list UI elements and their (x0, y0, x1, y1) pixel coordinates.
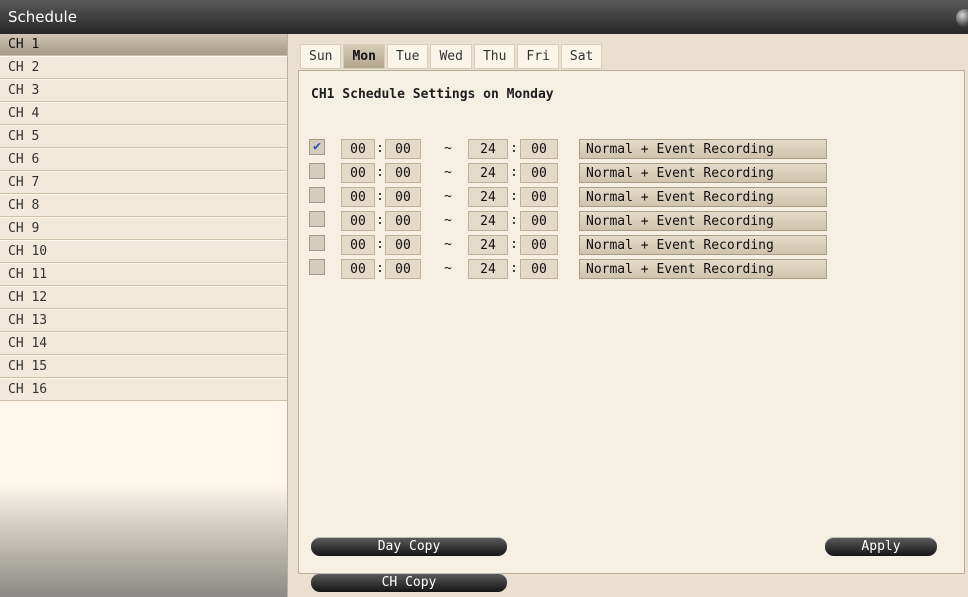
colon-separator: : (510, 189, 518, 204)
colon-separator: : (510, 237, 518, 252)
tab-fri[interactable]: Fri (517, 44, 559, 69)
channel-item[interactable]: CH 4 (0, 103, 287, 125)
channel-item[interactable]: CH 2 (0, 57, 287, 79)
tab-tue[interactable]: Tue (386, 44, 429, 69)
colon-separator: : (376, 189, 384, 204)
start-minute-field[interactable]: 00 (385, 259, 421, 279)
tilde-separator: ~ (444, 141, 452, 156)
tilde-separator: ~ (444, 261, 452, 276)
end-hour-field[interactable]: 24 (468, 163, 508, 183)
schedule-heading: CH1 Schedule Settings on Monday (311, 87, 554, 102)
tilde-separator: ~ (444, 237, 452, 252)
channel-item[interactable]: CH 7 (0, 172, 287, 194)
title-bar: Schedule (0, 0, 968, 34)
channel-list: CH 1 CH 2 CH 3 CH 4 CH 5 CH 6 CH 7 CH 8 CH 9 CH 1… (0, 34, 288, 597)
start-minute-field[interactable]: 00 (385, 163, 421, 183)
end-minute-field[interactable]: 00 (520, 139, 558, 159)
start-hour-field[interactable]: 00 (341, 163, 375, 183)
end-hour-field[interactable]: 24 (468, 187, 508, 207)
enable-checkbox[interactable] (309, 187, 325, 203)
end-hour-field[interactable]: 24 (468, 259, 508, 279)
end-minute-field[interactable]: 00 (520, 187, 558, 207)
end-hour-field[interactable]: 24 (468, 139, 508, 159)
end-minute-field[interactable]: 00 (520, 235, 558, 255)
end-hour-field[interactable]: 24 (468, 211, 508, 231)
start-minute-field[interactable]: 00 (385, 187, 421, 207)
enable-checkbox[interactable] (309, 259, 325, 275)
channel-item[interactable]: CH 13 (0, 310, 287, 332)
colon-separator: : (510, 213, 518, 228)
window-title: Schedule (8, 8, 77, 26)
channel-item[interactable]: CH 12 (0, 287, 287, 309)
channel-item[interactable]: CH 15 (0, 356, 287, 378)
start-hour-field[interactable]: 00 (341, 211, 375, 231)
colon-separator: : (510, 141, 518, 156)
recording-mode-select[interactable]: Normal + Event Recording (579, 139, 827, 159)
colon-separator: : (376, 213, 384, 228)
start-hour-field[interactable]: 00 (341, 259, 375, 279)
enable-checkbox[interactable]: ✔ (309, 139, 325, 155)
tab-wed[interactable]: Wed (430, 44, 472, 69)
end-hour-field[interactable]: 24 (468, 235, 508, 255)
colon-separator: : (376, 261, 384, 276)
tab-mon[interactable]: Mon (343, 44, 385, 69)
end-minute-field[interactable]: 00 (520, 211, 558, 231)
channel-item[interactable]: CH 11 (0, 264, 287, 286)
colon-separator: : (376, 141, 384, 156)
close-orb-icon[interactable] (956, 9, 968, 27)
start-hour-field[interactable]: 00 (341, 235, 375, 255)
colon-separator: : (510, 261, 518, 276)
channel-item[interactable]: CH 8 (0, 195, 287, 217)
end-minute-field[interactable]: 00 (520, 259, 558, 279)
tab-sat[interactable]: Sat (560, 44, 603, 69)
tilde-separator: ~ (444, 189, 452, 204)
channel-item[interactable]: CH 9 (0, 218, 287, 240)
day-tabs: Sun Mon Tue Wed Thu Fri Sat (300, 44, 603, 69)
enable-checkbox[interactable] (309, 211, 325, 227)
apply-button[interactable]: Apply (825, 537, 937, 556)
tab-sun[interactable]: Sun (300, 44, 342, 69)
tab-thu[interactable]: Thu (473, 44, 516, 69)
recording-mode-select[interactable]: Normal + Event Recording (579, 235, 827, 255)
recording-mode-select[interactable]: Normal + Event Recording (579, 259, 827, 279)
schedule-panel: CH1 Schedule Settings on Monday ✔ 00:00 ~2… (298, 70, 965, 574)
tilde-separator: ~ (444, 165, 452, 180)
colon-separator: : (376, 165, 384, 180)
recording-mode-select[interactable]: Normal + Event Recording (579, 163, 827, 183)
channel-item[interactable]: CH 14 (0, 333, 287, 355)
tilde-separator: ~ (444, 213, 452, 228)
start-minute-field[interactable]: 00 (385, 139, 421, 159)
enable-checkbox[interactable] (309, 235, 325, 251)
colon-separator: : (376, 237, 384, 252)
colon-separator: : (510, 165, 518, 180)
ch-copy-button[interactable]: CH Copy (311, 573, 507, 592)
channel-item[interactable]: CH 6 (0, 149, 287, 171)
end-minute-field[interactable]: 00 (520, 163, 558, 183)
channel-item[interactable]: CH 1 (0, 34, 287, 56)
recording-mode-select[interactable]: Normal + Event Recording (579, 187, 827, 207)
recording-mode-select[interactable]: Normal + Event Recording (579, 211, 827, 231)
day-copy-button[interactable]: Day Copy (311, 537, 507, 556)
start-minute-field[interactable]: 00 (385, 211, 421, 231)
channel-item[interactable]: CH 16 (0, 379, 287, 401)
channel-item[interactable]: CH 3 (0, 80, 287, 102)
start-minute-field[interactable]: 00 (385, 235, 421, 255)
start-hour-field[interactable]: 00 (341, 187, 375, 207)
enable-checkbox[interactable] (309, 163, 325, 179)
channel-item[interactable]: CH 5 (0, 126, 287, 148)
start-hour-field[interactable]: 00 (341, 139, 375, 159)
channel-item[interactable]: CH 10 (0, 241, 287, 263)
checkmark-icon: ✔ (313, 139, 321, 154)
